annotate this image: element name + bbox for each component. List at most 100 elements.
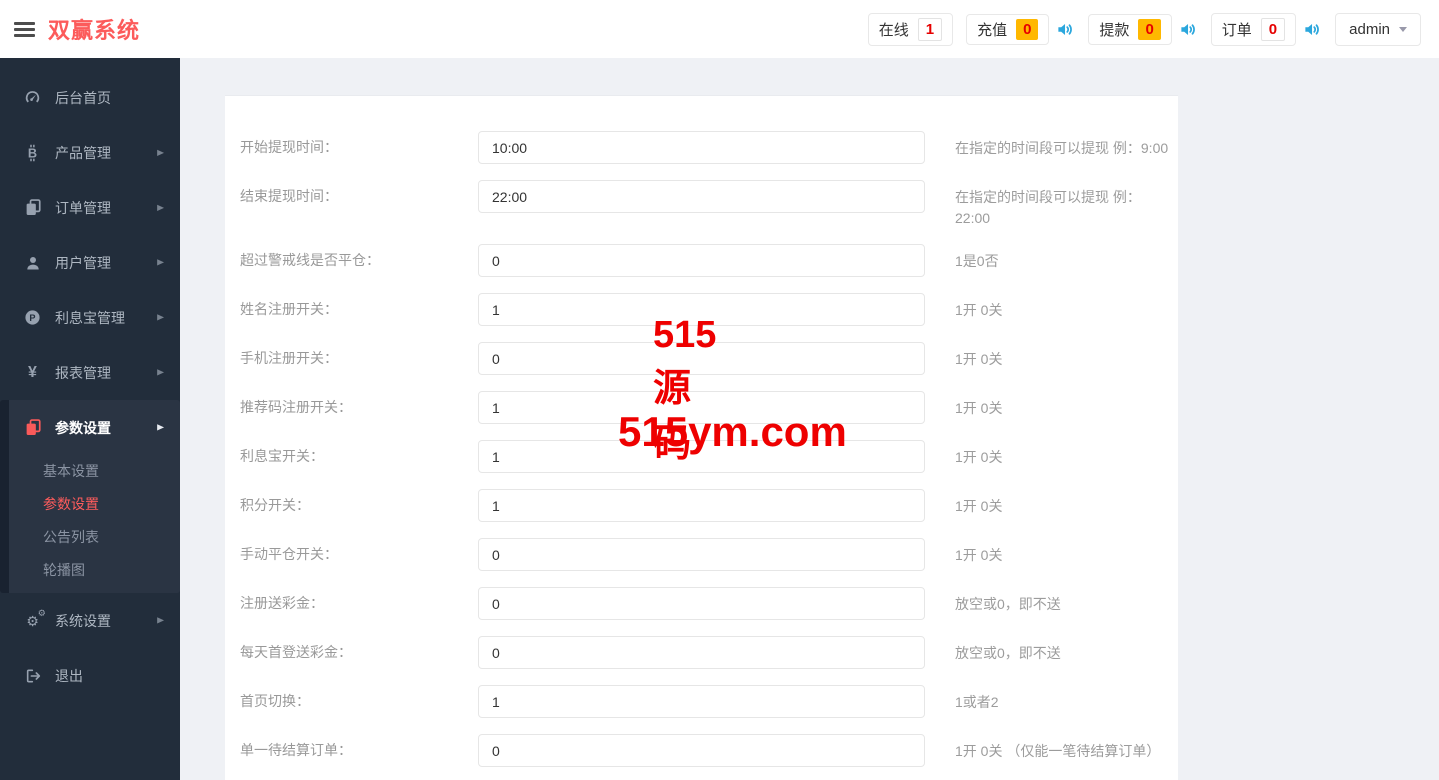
chevron-right-icon: ▶ bbox=[157, 422, 164, 432]
field-label: 注册送彩金： bbox=[240, 595, 324, 611]
field-input[interactable] bbox=[478, 538, 925, 571]
sidebar-submenu: 基本设置 参数设置 公告列表 轮播图 bbox=[9, 455, 180, 593]
header-stat-group: 订单 0 bbox=[1210, 12, 1322, 46]
sidebar-item-7[interactable]: ⚙ ⚙ 系统设置 ▶ bbox=[0, 593, 180, 648]
header-stat[interactable]: 在线 1 bbox=[867, 12, 954, 46]
chevron-down-icon bbox=[1399, 26, 1407, 32]
field-label: 超过警戒线是否平仓： bbox=[240, 252, 380, 268]
chevron-right-icon: ▶ bbox=[157, 312, 164, 322]
field-hint: 1是0否 bbox=[955, 253, 999, 269]
field-label: 手动平仓开关： bbox=[240, 546, 338, 562]
yen-icon: ¥ bbox=[28, 363, 37, 381]
field-input[interactable] bbox=[478, 489, 925, 522]
stat-count-badge: 1 bbox=[917, 17, 943, 41]
sidebar-subitem-0[interactable]: 基本设置 bbox=[9, 455, 180, 488]
field-input[interactable] bbox=[478, 293, 925, 326]
form-row: 手动平仓开关： 1开 0关 bbox=[240, 538, 1178, 571]
field-label: 推荐码注册开关： bbox=[240, 399, 352, 415]
sidebar-item-label: 系统设置 bbox=[55, 612, 111, 629]
form-row: 积分开关： 1开 0关 bbox=[240, 489, 1178, 522]
speaker-icon[interactable] bbox=[1056, 20, 1075, 39]
sidebar-item-0[interactable]: 后台首页 bbox=[0, 70, 180, 125]
sidebar-item-4[interactable]: P 利息宝管理 ▶ bbox=[0, 290, 180, 345]
gears-icon: ⚙ ⚙ bbox=[26, 607, 46, 629]
sidebar-item-5[interactable]: ¥ 报表管理 ▶ bbox=[0, 345, 180, 400]
form-row: 结束提现时间： 在指定的时间段可以提现 例：22:00 bbox=[240, 180, 1178, 228]
field-input[interactable] bbox=[478, 131, 925, 164]
header-stat[interactable]: 提款 0 bbox=[1088, 13, 1172, 45]
sidebar: 后台首页 B 产品管理 ▶ 订单管理 ▶ 用户管理 ▶ P 利息宝管理 ▶ ¥ … bbox=[0, 58, 180, 780]
sidebar-item-label: 报表管理 bbox=[55, 364, 111, 381]
header-stat[interactable]: 充值 0 bbox=[966, 13, 1050, 45]
field-label: 开始提现时间： bbox=[240, 139, 338, 155]
speaker-icon[interactable] bbox=[1303, 20, 1322, 39]
stat-label: 充值 bbox=[977, 21, 1008, 39]
form-row: 姓名注册开关： 1开 0关 bbox=[240, 293, 1178, 326]
speaker-icon[interactable] bbox=[1179, 20, 1198, 39]
chevron-right-icon: ▶ bbox=[157, 367, 164, 377]
user-name: admin bbox=[1349, 20, 1390, 38]
field-label: 姓名注册开关： bbox=[240, 301, 338, 317]
field-label: 首页切换： bbox=[240, 693, 310, 709]
form-row: 推荐码注册开关： 1开 0关 bbox=[240, 391, 1178, 424]
chevron-right-icon: ▶ bbox=[157, 615, 164, 625]
sidebar-item-label: 订单管理 bbox=[55, 199, 111, 216]
field-hint: 1开 0关 bbox=[955, 547, 1003, 563]
field-input[interactable] bbox=[478, 587, 925, 620]
form-row: 手机注册开关： 1开 0关 bbox=[240, 342, 1178, 375]
sidebar-subitem-3[interactable]: 轮播图 bbox=[9, 554, 180, 587]
dashboard-icon bbox=[21, 89, 44, 106]
field-hint: 在指定的时间段可以提现 例：22:00 bbox=[955, 189, 1141, 226]
settings-form-card: 开始提现时间： 在指定的时间段可以提现 例：9:00 结束提现时间： 在指定的时… bbox=[225, 95, 1178, 780]
user-menu[interactable]: admin bbox=[1335, 12, 1421, 46]
form-row: 注册送彩金： 放空或0，即不送 bbox=[240, 587, 1178, 620]
sidebar-item-label: 产品管理 bbox=[55, 144, 111, 161]
field-input[interactable] bbox=[478, 244, 925, 277]
field-label: 手机注册开关： bbox=[240, 350, 338, 366]
field-hint: 1开 0关 bbox=[955, 351, 1003, 367]
field-input[interactable] bbox=[478, 636, 925, 669]
field-label: 单一待结算订单： bbox=[240, 742, 352, 758]
field-input[interactable] bbox=[478, 734, 925, 767]
chevron-right-icon: ▶ bbox=[157, 202, 164, 212]
field-hint: 1开 0关 bbox=[955, 498, 1003, 514]
circle-p-icon: P bbox=[21, 309, 44, 326]
header-stat-group: 提款 0 bbox=[1088, 13, 1198, 45]
files-icon bbox=[21, 199, 44, 216]
sidebar-item-8[interactable]: 退出 bbox=[0, 648, 180, 703]
header-stat-group: 在线 1 bbox=[867, 12, 954, 46]
logout-icon bbox=[21, 668, 44, 684]
field-label: 结束提现时间： bbox=[240, 188, 338, 204]
sidebar-item-3[interactable]: 用户管理 ▶ bbox=[0, 235, 180, 290]
sidebar-item-1[interactable]: B 产品管理 ▶ bbox=[0, 125, 180, 180]
field-label: 每天首登送彩金： bbox=[240, 644, 352, 660]
field-input[interactable] bbox=[478, 440, 925, 473]
field-hint: 放空或0，即不送 bbox=[955, 596, 1061, 612]
field-hint: 1开 0关 bbox=[955, 449, 1003, 465]
sidebar-item-label: 退出 bbox=[55, 667, 83, 684]
header-stat[interactable]: 订单 0 bbox=[1210, 12, 1297, 46]
sidebar-item-6[interactable]: 参数设置 ▶ bbox=[9, 400, 180, 455]
sidebar-subitem-2[interactable]: 公告列表 bbox=[9, 521, 180, 554]
menu-toggle-icon[interactable] bbox=[14, 21, 35, 37]
field-input[interactable] bbox=[478, 685, 925, 718]
stat-count-badge: 0 bbox=[1016, 18, 1039, 40]
field-label: 积分开关： bbox=[240, 497, 310, 513]
field-input[interactable] bbox=[478, 180, 925, 213]
sidebar-item-2[interactable]: 订单管理 ▶ bbox=[0, 180, 180, 235]
bitcoin-icon: B bbox=[21, 144, 44, 162]
field-input[interactable] bbox=[478, 342, 925, 375]
form-row: 首页切换： 1或者2 bbox=[240, 685, 1178, 718]
field-hint: 放空或0，即不送 bbox=[955, 645, 1061, 661]
app-logo[interactable]: 双赢系统 bbox=[48, 13, 140, 45]
sidebar-item-label: 利息宝管理 bbox=[55, 309, 125, 326]
form-row: 开始提现时间： 在指定的时间段可以提现 例：9:00 bbox=[240, 131, 1178, 164]
sidebar-item-label: 参数设置 bbox=[55, 419, 111, 436]
user-icon bbox=[21, 255, 44, 271]
sidebar-item-label: 后台首页 bbox=[55, 89, 111, 106]
top-header: 双赢系统 在线 1 充值 0 提款 0 订单 0 admin bbox=[0, 0, 1439, 58]
field-input[interactable] bbox=[478, 391, 925, 424]
field-hint: 1开 0关 bbox=[955, 302, 1003, 318]
field-hint: 1或者2 bbox=[955, 694, 999, 710]
sidebar-subitem-1[interactable]: 参数设置 bbox=[9, 488, 180, 521]
